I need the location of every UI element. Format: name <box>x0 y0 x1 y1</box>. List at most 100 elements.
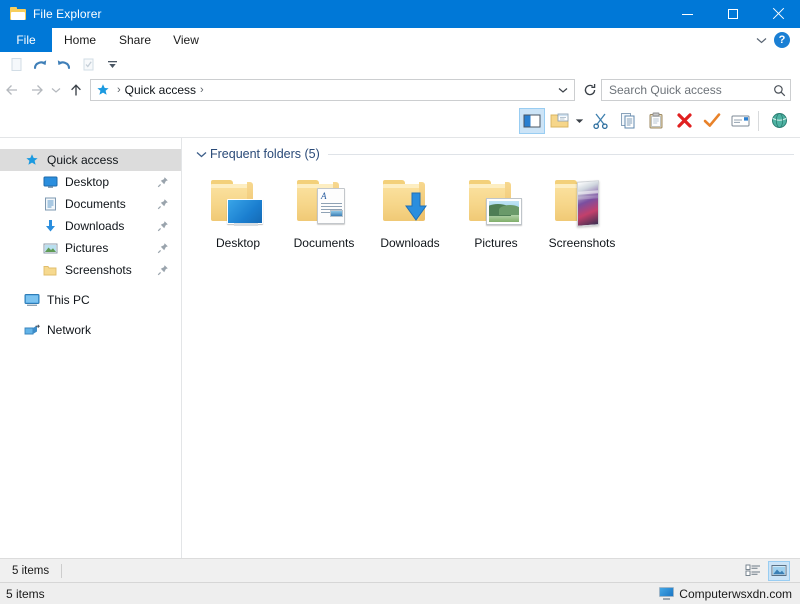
pin-icon[interactable] <box>156 263 170 277</box>
network-icon <box>24 322 40 338</box>
status-divider <box>61 564 62 578</box>
tab-home[interactable]: Home <box>56 28 104 52</box>
sidebar-item-desktop[interactable]: Desktop <box>0 171 181 193</box>
up-button[interactable] <box>64 78 88 102</box>
new-folder-icon[interactable] <box>6 54 26 74</box>
address-bar[interactable]: › Quick access › <box>90 79 575 101</box>
paste-clipboard-icon[interactable] <box>643 108 669 134</box>
folder-tile-documents[interactable]: A Documents <box>288 174 360 250</box>
group-title: Frequent folders (5) <box>210 147 320 161</box>
close-button[interactable] <box>755 0 800 28</box>
folder-tiles: Desktop A <box>190 164 800 250</box>
search-icon <box>773 84 786 97</box>
folder-icon <box>10 6 26 22</box>
sidebar-item-label: This PC <box>47 293 181 307</box>
folder-tile-screenshots[interactable]: Screenshots <box>546 174 618 250</box>
toolbar-separator <box>758 111 759 131</box>
folder-icon: A <box>292 174 356 232</box>
refresh-button[interactable] <box>579 79 601 101</box>
star-icon <box>24 152 40 168</box>
status-item-count: 5 items <box>0 565 49 577</box>
document-overlay-icon: A <box>317 188 345 224</box>
search-box[interactable]: Search Quick access <box>601 79 791 101</box>
details-view-icon[interactable] <box>742 561 764 581</box>
redo-icon[interactable] <box>30 54 50 74</box>
monitor-icon <box>42 174 58 190</box>
ribbon-right-controls: ? <box>750 28 800 52</box>
sidebar-item-label: Desktop <box>65 175 156 189</box>
properties-icon[interactable] <box>78 54 98 74</box>
maximize-icon <box>728 9 738 19</box>
forward-button[interactable] <box>24 78 48 102</box>
folder-tile-desktop[interactable]: Desktop <box>202 174 274 250</box>
breadcrumb-separator-1[interactable]: › <box>113 84 125 96</box>
sidebar-item-label: Quick access <box>47 153 181 167</box>
new-folder-window-icon[interactable] <box>547 108 573 134</box>
download-arrow-overlay-icon <box>404 192 428 222</box>
breadcrumb-path[interactable]: Quick access <box>125 83 196 97</box>
command-toolbar <box>0 104 800 138</box>
folder-icon <box>378 174 442 232</box>
sidebar-item-pictures[interactable]: Pictures <box>0 237 181 259</box>
undo-icon[interactable] <box>54 54 74 74</box>
new-folder-dropdown-caret[interactable] <box>573 108 585 134</box>
pin-icon[interactable] <box>156 197 170 211</box>
view-toggle-group <box>742 561 800 581</box>
sidebar-item-quick-access[interactable]: Quick access <box>0 149 181 171</box>
picture-icon <box>42 240 58 256</box>
minimize-button[interactable] <box>665 0 710 28</box>
sidebar-item-this-pc[interactable]: This PC <box>0 289 181 311</box>
folder-tile-downloads[interactable]: Downloads <box>374 174 446 250</box>
delete-x-icon[interactable] <box>671 108 697 134</box>
maximize-button[interactable] <box>710 0 755 28</box>
sidebar-item-downloads[interactable]: Downloads <box>0 215 181 237</box>
chevron-down-icon[interactable] <box>554 80 572 100</box>
address-bar-row: › Quick access › Search Quick access <box>0 76 800 104</box>
pin-icon[interactable] <box>156 219 170 233</box>
sidebar-item-label: Screenshots <box>65 263 156 277</box>
pin-icon[interactable] <box>156 241 170 255</box>
screenshot-overlay-icon <box>577 180 599 227</box>
folder-icon <box>42 262 58 278</box>
sidebar-item-label: Pictures <box>65 241 156 255</box>
tab-share[interactable]: Share <box>110 28 160 52</box>
window-controls <box>665 0 800 28</box>
folder-label: Desktop <box>216 236 260 250</box>
watermark: Computerwsxdn.com <box>659 587 800 601</box>
recent-locations-button[interactable] <box>48 78 64 102</box>
tab-file[interactable]: File <box>0 28 52 52</box>
ribbon-tab-strip: File Home Share View <box>0 28 800 52</box>
folder-icon <box>464 174 528 232</box>
help-icon[interactable]: ? <box>774 32 790 48</box>
chevron-down-icon[interactable] <box>752 30 770 50</box>
file-list-pane[interactable]: Frequent folders (5) Desktop <box>182 138 800 558</box>
copy-icon[interactable] <box>615 108 641 134</box>
folder-label: Documents <box>294 236 355 250</box>
tab-view[interactable]: View <box>164 28 208 52</box>
breadcrumb-separator-2[interactable]: › <box>196 84 208 96</box>
confirm-check-icon[interactable] <box>699 108 725 134</box>
rename-icon[interactable] <box>727 108 753 134</box>
pin-icon[interactable] <box>156 175 170 189</box>
large-icons-view-icon[interactable] <box>768 561 790 581</box>
back-button[interactable] <box>0 78 24 102</box>
chevron-down-icon[interactable] <box>194 147 208 161</box>
sidebar-item-label: Documents <box>65 197 156 211</box>
cut-scissors-icon[interactable] <box>587 108 613 134</box>
folder-icon <box>550 174 614 232</box>
customize-dropdown-icon[interactable] <box>102 54 122 74</box>
group-header-frequent-folders[interactable]: Frequent folders (5) <box>190 144 800 164</box>
navigation-pane: Quick access Desktop <box>0 138 182 558</box>
folder-label: Pictures <box>474 236 517 250</box>
internet-globe-icon[interactable] <box>766 108 792 134</box>
monitor-overlay-icon <box>227 199 263 224</box>
folder-tile-pictures[interactable]: Pictures <box>460 174 532 250</box>
search-input[interactable]: Search Quick access <box>609 83 773 97</box>
quick-access-star-icon <box>96 83 110 97</box>
sidebar-item-screenshots[interactable]: Screenshots <box>0 259 181 281</box>
navigation-pane-toggle[interactable] <box>519 108 545 134</box>
sidebar-item-network[interactable]: Network <box>0 319 181 341</box>
close-icon <box>772 8 784 20</box>
this-pc-icon <box>24 292 40 308</box>
sidebar-item-documents[interactable]: Documents <box>0 193 181 215</box>
